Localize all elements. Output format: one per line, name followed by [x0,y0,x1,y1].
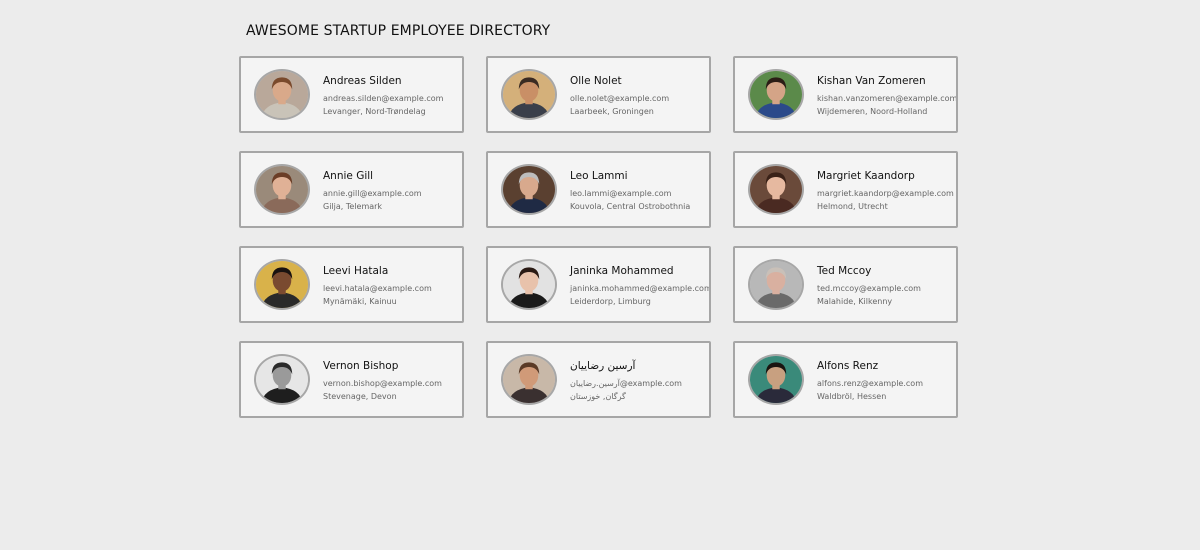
employee-card[interactable]: Leevi Hatala leevi.hatala@example.com My… [239,246,464,323]
employee-info: Kishan Van Zomeren kishan.vanzomeren@exa… [817,75,956,118]
employee-info: Margriet Kaandorp margriet.kaandorp@exam… [817,170,956,213]
avatar-photo [256,71,308,118]
avatar-photo [750,71,802,118]
employee-info: آرسین رضاییان آرسین.رضاییان@example.com … [570,360,709,403]
avatar-photo [503,166,555,213]
avatar-photo [503,356,555,403]
employee-info: Olle Nolet olle.nolet@example.com Laarbe… [570,75,709,118]
employee-avatar [501,164,557,215]
employee-info: Alfons Renz alfons.renz@example.com Wald… [817,360,956,403]
employee-location: Kouvola, Central Ostrobothnia [570,202,691,211]
employee-card[interactable]: Leo Lammi leo.lammi@example.com Kouvola,… [486,151,711,228]
employee-name: Annie Gill [323,170,374,182]
employee-name: Kishan Van Zomeren [817,75,926,87]
employee-location: Waldbröl, Hessen [817,392,887,401]
employee-location: Leiderdorp, Limburg [570,297,651,306]
avatar-photo [256,166,308,213]
employee-card[interactable]: Olle Nolet olle.nolet@example.com Laarbe… [486,56,711,133]
employee-location: Mynämäki, Kainuu [323,297,397,306]
employee-card[interactable]: Alfons Renz alfons.renz@example.com Wald… [733,341,958,418]
employee-name: Vernon Bishop [323,360,399,372]
employee-card[interactable]: Janinka Mohammed janinka.mohammed@exampl… [486,246,711,323]
employee-avatar [254,69,310,120]
employee-card[interactable]: Vernon Bishop vernon.bishop@example.com … [239,341,464,418]
employee-name: Janinka Mohammed [570,265,674,277]
employee-name: Leevi Hatala [323,265,389,277]
employee-name: Olle Nolet [570,75,622,87]
avatar-photo [256,356,308,403]
employee-location: Levanger, Nord-Trøndelag [323,107,426,116]
avatar-photo [750,261,802,308]
employee-email: kishan.vanzomeren@example.com [817,94,958,103]
employee-avatar [501,354,557,405]
employee-card[interactable]: آرسین رضاییان آرسین.رضاییان@example.com … [486,341,711,418]
directory-page: AWESOME STARTUP EMPLOYEE DIRECTORY Andre… [0,0,1200,550]
employee-card[interactable]: Andreas Silden andreas.silden@example.co… [239,56,464,133]
employee-avatar [501,69,557,120]
employee-email: annie.gill@example.com [323,189,422,198]
employee-location: Helmond, Utrecht [817,202,888,211]
employee-email: margriet.kaandorp@example.com [817,189,954,198]
employee-avatar [748,69,804,120]
employee-avatar [254,354,310,405]
employee-email: andreas.silden@example.com [323,94,444,103]
page-title: AWESOME STARTUP EMPLOYEE DIRECTORY [246,23,551,39]
employee-name: آرسین رضاییان [570,360,636,372]
employee-email: vernon.bishop@example.com [323,379,442,388]
employee-grid: Andreas Silden andreas.silden@example.co… [239,56,959,418]
employee-avatar [748,354,804,405]
employee-name: Ted Mccoy [817,265,872,277]
employee-avatar [254,259,310,310]
avatar-photo [503,261,555,308]
employee-avatar [748,259,804,310]
employee-avatar [748,164,804,215]
employee-avatar [501,259,557,310]
employee-card[interactable]: Ted Mccoy ted.mccoy@example.com Malahide… [733,246,958,323]
avatar-photo [256,261,308,308]
avatar-photo [750,356,802,403]
employee-email: آرسین.رضاییان@example.com [570,379,682,388]
employee-email: olle.nolet@example.com [570,94,670,103]
employee-avatar [254,164,310,215]
employee-info: Andreas Silden andreas.silden@example.co… [323,75,462,118]
employee-name: Margriet Kaandorp [817,170,915,182]
employee-location: Wijdemeren, Noord-Holland [817,107,928,116]
employee-name: Andreas Silden [323,75,402,87]
employee-info: Vernon Bishop vernon.bishop@example.com … [323,360,462,403]
employee-card[interactable]: Kishan Van Zomeren kishan.vanzomeren@exa… [733,56,958,133]
employee-location: Stevenage, Devon [323,392,397,401]
employee-info: Leo Lammi leo.lammi@example.com Kouvola,… [570,170,709,213]
employee-info: Leevi Hatala leevi.hatala@example.com My… [323,265,462,308]
employee-email: ted.mccoy@example.com [817,284,921,293]
avatar-photo [503,71,555,118]
employee-location: Malahide, Kilkenny [817,297,893,306]
employee-location: Laarbeek, Groningen [570,107,654,116]
employee-location: Gilja, Telemark [323,202,383,211]
employee-card[interactable]: Margriet Kaandorp margriet.kaandorp@exam… [733,151,958,228]
employee-email: leevi.hatala@example.com [323,284,432,293]
employee-info: Janinka Mohammed janinka.mohammed@exampl… [570,265,709,308]
employee-email: janinka.mohammed@example.com [570,284,711,293]
employee-card[interactable]: Annie Gill annie.gill@example.com Gilja,… [239,151,464,228]
avatar-photo [750,166,802,213]
employee-name: Alfons Renz [817,360,879,372]
employee-email: leo.lammi@example.com [570,189,672,198]
employee-name: Leo Lammi [570,170,628,182]
employee-info: Annie Gill annie.gill@example.com Gilja,… [323,170,462,213]
employee-email: alfons.renz@example.com [817,379,923,388]
employee-location: گرگان, خوزستان [570,392,626,401]
employee-info: Ted Mccoy ted.mccoy@example.com Malahide… [817,265,956,308]
